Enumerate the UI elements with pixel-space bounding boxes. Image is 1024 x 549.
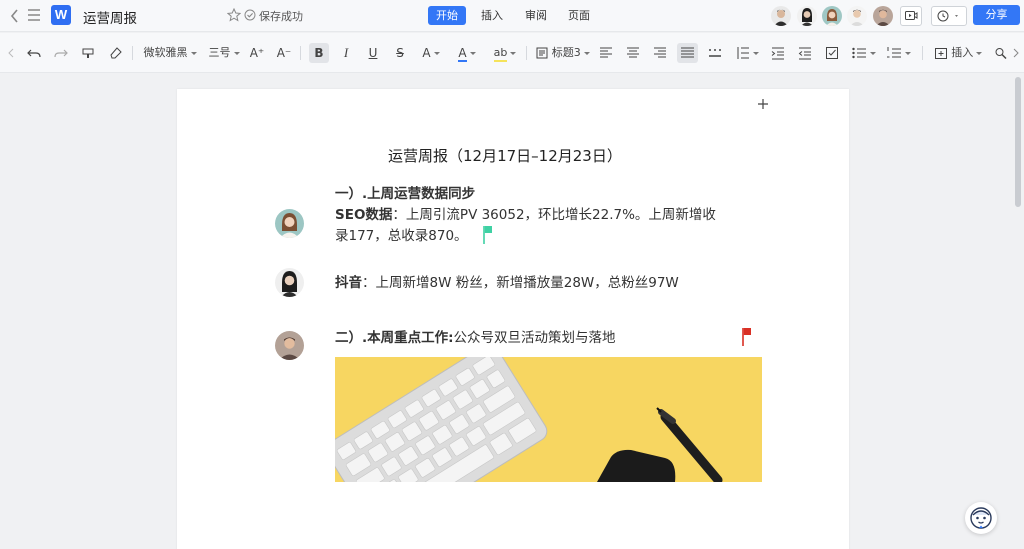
seo-text-line2[interactable]: 录177，总收录870。 [335,226,468,247]
history-button[interactable] [931,6,967,26]
section2-text: 公众号双旦活动策划与落地 [453,330,616,346]
comment-avatar[interactable] [275,268,304,297]
collaborator-avatar[interactable] [771,6,791,26]
menu-icon[interactable] [27,9,41,21]
clock-icon [937,10,949,22]
numbered-list-icon [886,47,901,58]
heading-style-value: 标题3 [551,46,581,59]
indent-increase-icon[interactable] [771,43,785,63]
redo-icon[interactable] [53,43,69,63]
present-icon [905,11,918,20]
app-logo[interactable]: W [51,5,71,25]
share-button[interactable]: 分享 [973,5,1020,25]
tab-start[interactable]: 开始 [428,6,466,25]
font-size-select[interactable]: 三号 [206,43,242,63]
align-justify-icon [681,47,694,58]
douyin-text: ：上周新增8W 粉丝，新增播放量28W，总粉丝97W [362,275,679,291]
comment-avatar[interactable] [275,209,304,238]
collaborator-avatar[interactable] [822,6,842,26]
insert-icon [934,48,947,59]
tab-insert[interactable]: 插入 [473,6,511,25]
undo-icon[interactable] [26,43,42,63]
vertical-scrollbar[interactable] [1015,77,1021,207]
indent-decrease-icon[interactable] [798,43,812,63]
scroll-left-icon[interactable] [7,43,15,63]
line-spacing-select[interactable] [734,43,760,63]
grow-font-button[interactable]: A⁺ [249,43,265,63]
collaborator-avatar[interactable] [847,6,867,26]
star-icon[interactable] [227,8,241,22]
heading-style-select[interactable]: 标题3 [533,43,593,63]
tools-icon[interactable] [993,43,1009,63]
font-color-select[interactable]: A [452,43,482,63]
distributed-align-icon[interactable] [707,43,723,63]
seo-paragraph-line[interactable]: SEO数据：上周引流PV 36052，环比增长22.7%。上周新增收 [335,205,716,226]
tab-page[interactable]: 页面 [560,6,598,25]
tab-review[interactable]: 审阅 [517,6,555,25]
document-title[interactable]: 运营周报（12月17日–12月23日） [388,145,622,166]
checkbox-list-icon[interactable] [825,43,839,63]
bold-button[interactable]: B [309,43,329,63]
superscript-select[interactable]: A [418,43,444,63]
superscript-icon: A [422,46,431,60]
italic-button[interactable]: I [336,43,356,63]
line-spacing-icon [737,47,749,59]
collaborator-avatar[interactable] [873,6,893,26]
document-name[interactable]: 运营周报 [83,7,137,27]
bullet-list-select[interactable] [849,43,877,63]
section2-paragraph[interactable]: 二）.本周重点工作:公众号双旦活动策划与落地 [335,328,616,349]
seo-label: SEO数据 [335,207,393,223]
highlight-icon: ab [493,46,508,62]
insert-label: 插入 [951,46,974,59]
bullet-list-icon [851,47,866,59]
comment-avatar[interactable] [275,331,304,360]
save-status: 保存成功 [259,10,303,23]
font-family-value: 微软雅黑 [143,46,188,59]
format-toolbar: 微软雅黑 三号 A⁺ A⁻ B I U S A A ab 标题3 插入 [0,33,1024,73]
strikethrough-button[interactable]: S [390,43,410,63]
keyboard-and-tablet-photo [335,357,762,482]
shrink-font-button[interactable]: A⁻ [276,43,292,63]
assistant-robot-icon [970,507,992,529]
paragraph-style-icon [536,47,548,59]
clear-format-icon[interactable] [107,43,123,63]
underline-button[interactable]: U [363,43,383,63]
align-center-icon[interactable] [626,43,640,63]
add-block-plus-icon[interactable] [757,98,769,110]
format-painter-icon[interactable] [80,43,96,63]
collaborator-avatar[interactable] [797,6,817,26]
flag-icon[interactable] [483,225,493,245]
section2-heading: 二）.本周重点工作: [335,330,454,346]
font-family-select[interactable]: 微软雅黑 [142,43,198,63]
present-button[interactable] [900,6,922,26]
font-size-value: 三号 [208,46,231,59]
insert-menu[interactable]: 插入 [930,43,986,63]
douyin-label: 抖音 [335,275,362,291]
help-assistant-button[interactable] [965,502,997,534]
highlight-select[interactable]: ab [490,43,520,63]
douyin-paragraph[interactable]: 抖音：上周新增8W 粉丝，新增播放量28W，总粉丝97W [335,273,679,294]
numbered-list-select[interactable] [884,43,912,63]
scroll-right-icon[interactable] [1012,43,1020,63]
justify-button[interactable] [677,43,698,63]
check-circle-icon [244,9,256,21]
section1-heading[interactable]: 一）.上周运营数据同步 [335,184,475,205]
flag-icon[interactable] [742,327,752,347]
document-image[interactable] [335,357,762,482]
seo-text-line1: ：上周引流PV 36052，环比增长22.7%。上周新增收 [392,207,716,223]
back-chevron-icon[interactable] [9,8,21,24]
align-right-icon[interactable] [653,43,667,63]
chevron-down-icon [955,15,958,17]
title-bar: W 运营周报 保存成功 开始 插入 审阅 页面 分享 [0,0,1024,32]
font-color-icon: A [458,46,467,62]
align-left-icon[interactable] [599,43,613,63]
